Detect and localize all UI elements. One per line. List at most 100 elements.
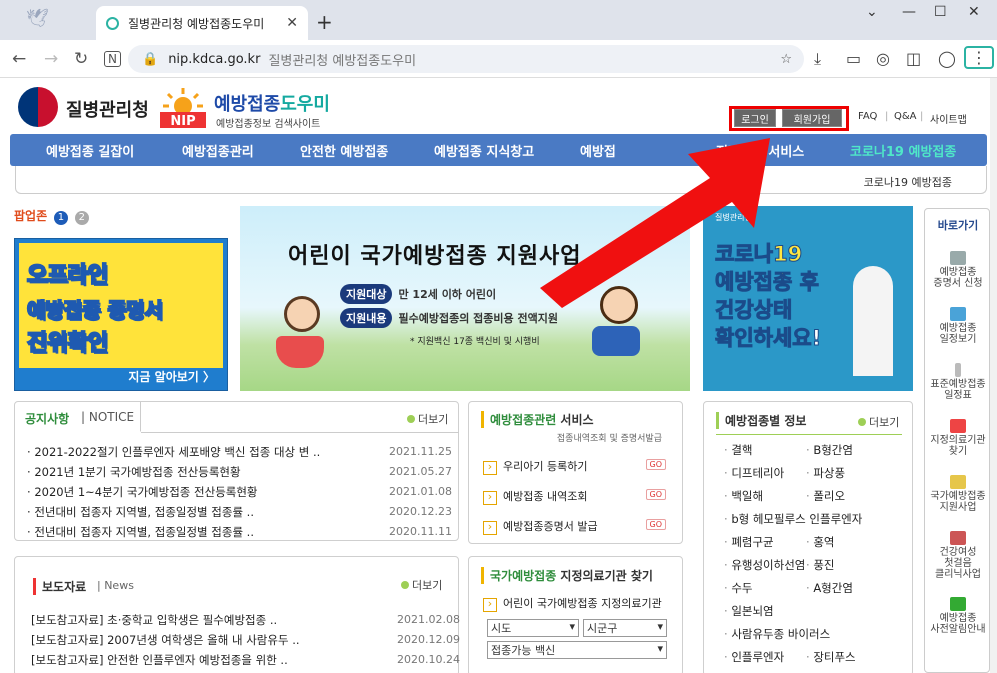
reload-icon[interactable]: ↻	[74, 49, 88, 69]
disease-item[interactable]: 유행성이하선염	[724, 557, 805, 573]
quick-schedule[interactable]: 예방접종 일정보기	[925, 307, 990, 345]
service-title: 예방접종관련 서비스	[481, 411, 594, 428]
disease-item[interactable]: B형간염	[806, 442, 853, 458]
service-history[interactable]: 예방접종 내역조회	[483, 488, 587, 505]
qna-link[interactable]: Q&A	[894, 111, 917, 122]
service-box: 예방접종관련 서비스 접종내역조회 및 증명서발급 우리아기 등록하기 GO 예방…	[468, 401, 683, 544]
disease-item[interactable]: 사람유두종 바이러스	[724, 626, 830, 642]
service-register-baby[interactable]: 우리아기 등록하기	[483, 458, 587, 475]
profile-icon[interactable]: ◯	[938, 49, 956, 68]
service-subtitle: 접종내역조회 및 증명서발급	[556, 434, 662, 444]
tab-list-icon[interactable]: ⌄	[866, 4, 878, 20]
disease-item[interactable]: 결핵	[724, 442, 752, 458]
faq-link[interactable]: FAQ	[858, 111, 877, 122]
quick-clinic-search[interactable]: 지정의료기관 찾기	[925, 419, 990, 457]
nip-title: 예방접종도우미	[214, 94, 330, 115]
nav-vaccination-guide[interactable]: 예방접종 길잡이	[46, 141, 134, 160]
quick-certificate[interactable]: 예방접종 증명서 신청	[925, 251, 990, 289]
disease-item[interactable]: 인플루엔자	[724, 649, 784, 665]
highlight-box	[729, 106, 849, 131]
notice-row[interactable]: · 2021년 1분기 국가예방접종 전산등록현황	[27, 464, 241, 480]
press-row[interactable]: [보도참고자료] 안전한 인플루엔자 예방접종을 위한 ..	[31, 652, 288, 668]
nip-subtitle: 예방접종정보 검색사이트	[216, 119, 321, 130]
camera-icon[interactable]: ▭	[846, 49, 861, 68]
disease-item[interactable]: 수두	[724, 580, 752, 596]
disease-item[interactable]: A형간염	[806, 580, 853, 596]
forward-icon[interactable]: →	[44, 49, 58, 69]
reader-icon[interactable]: N	[104, 51, 121, 67]
screenshot-icon[interactable]: ◎	[876, 49, 890, 68]
disease-item[interactable]: 폴리오	[806, 488, 845, 504]
quick-support[interactable]: 국가예방접종 지원사업	[925, 475, 990, 513]
sitemap-link[interactable]: 사이트맵	[930, 111, 967, 126]
kdca-logo[interactable]	[18, 87, 58, 127]
disease-title: 예방접종별 정보	[716, 412, 806, 429]
bookmark-star-icon[interactable]: ☆	[780, 52, 792, 67]
nav-knowledge[interactable]: 예방접종 지식창고	[434, 141, 534, 160]
scrollbar[interactable]	[990, 78, 997, 673]
press-tab[interactable]: 보도자료	[33, 578, 86, 595]
quick-standard-schedule[interactable]: 표준예방접종 일정표	[925, 363, 990, 401]
popup-page-2[interactable]: 2	[74, 211, 89, 225]
window-close-icon[interactable]: ✕	[968, 4, 980, 20]
popup-zone: 팝업존 1 2 오프라인 예방접종 증명서 진위확인 지금 알아보기 〉	[14, 207, 228, 391]
press-row[interactable]: [보도참고자료] 2007년생 여학생은 올해 내 사람유두 ..	[31, 632, 300, 648]
notice-row[interactable]: · 전년대비 접종자 지역별, 접종일정별 접종률 ..	[27, 504, 254, 520]
close-tab-icon[interactable]: ✕	[286, 15, 298, 31]
main-navigation: 예방접종 길잡이 예방접종관리 안전한 예방접종 예방접종 지식창고 예방접 전…	[10, 134, 987, 166]
quick-menu: 바로가기 예방접종 증명서 신청 예방접종 일정보기 표준예방접종 일정표 지정…	[924, 208, 990, 673]
popup-banner[interactable]: 오프라인 예방접종 증명서 진위확인 지금 알아보기 〉	[14, 238, 228, 391]
notice-tab-en: | NOTICE	[81, 410, 135, 424]
disease-item[interactable]: b형 헤모필루스 인플루엔자	[724, 511, 862, 527]
notice-row[interactable]: · 전년대비 접종자 지역별, 접종일정별 접종률 ..	[27, 524, 254, 540]
notice-date: 2021.11.25	[389, 445, 452, 458]
address-bar[interactable]: 🔒 nip.kdca.go.kr 질병관리청 예방접종도우미 ☆	[128, 45, 804, 73]
disease-item[interactable]: 파상풍	[806, 465, 845, 481]
notice-more-link[interactable]: 더보기	[407, 411, 448, 427]
district-select[interactable]: 시군구	[583, 619, 667, 637]
go-button[interactable]: GO	[645, 519, 666, 530]
download-icon[interactable]: ⤓	[814, 49, 821, 69]
disease-item[interactable]: 풍진	[806, 557, 834, 573]
notice-row[interactable]: · 2021-2022절기 인플루엔자 세포배양 백신 접종 대상 변 ..	[27, 444, 320, 460]
notice-box: 공지사항 | NOTICE 더보기 · 2021-2022절기 인플루엔자 세포…	[14, 401, 459, 541]
disease-item[interactable]: 장티푸스	[806, 649, 855, 665]
press-row[interactable]: [보도참고자료] 초·중학교 입학생은 필수예방접종 ..	[31, 612, 277, 628]
browser-tab-strip: 🕊 질병관리청 예방접종도우미 ✕ + ⌄ — ☐ ✕	[0, 0, 997, 40]
new-tab-icon[interactable]: +	[316, 10, 333, 34]
press-tab-en: | News	[97, 579, 134, 592]
quick-alert[interactable]: 예방접종 사전알림안내	[925, 597, 990, 635]
girl-illustration	[284, 296, 320, 332]
clinic-child-link[interactable]: 어린이 국가예방접종 지정의료기관	[483, 595, 662, 612]
vaccine-select[interactable]: 접종가능 백신	[487, 641, 667, 659]
province-select[interactable]: 시도	[487, 619, 579, 637]
disease-item[interactable]: 디프테리아	[724, 465, 784, 481]
nav-covid19[interactable]: 코로나19 예방접종	[850, 141, 956, 160]
notice-tab[interactable]: 공지사항	[25, 410, 69, 427]
minimize-icon[interactable]: —	[902, 4, 916, 20]
nav-safe-vaccination[interactable]: 안전한 예방접종	[300, 141, 388, 160]
back-icon[interactable]: ←	[12, 49, 26, 69]
popup-more-link[interactable]: 지금 알아보기 〉	[128, 368, 215, 385]
bird-icon: 🕊	[26, 8, 49, 29]
disease-item[interactable]: 일본뇌염	[724, 603, 773, 619]
menu-icon[interactable]: ⋮	[964, 46, 994, 69]
quick-women-clinic[interactable]: 건강여성 첫걸음 클리닉사업	[925, 531, 990, 580]
speaker-icon	[950, 597, 966, 611]
go-button[interactable]: GO	[645, 459, 666, 470]
maximize-icon[interactable]: ☐	[934, 4, 947, 20]
go-button[interactable]: GO	[645, 489, 666, 500]
browser-tab[interactable]: 질병관리청 예방접종도우미 ✕	[96, 6, 308, 40]
popup-page-1[interactable]: 1	[53, 211, 68, 225]
disease-item[interactable]: 백일해	[724, 488, 763, 504]
disease-more-link[interactable]: 더보기	[858, 414, 899, 430]
disease-item[interactable]: 폐렴구균	[724, 534, 773, 550]
sidepanel-icon[interactable]: ◫	[906, 49, 921, 68]
sub-nav-covid19[interactable]: 코로나19 예방접종	[864, 174, 952, 190]
press-more-link[interactable]: 더보기	[401, 577, 442, 593]
service-certificate[interactable]: 예방접종증명서 발급	[483, 518, 598, 535]
nav-vaccination-management[interactable]: 예방접종관리	[182, 141, 254, 160]
nip-logo[interactable]: NIP	[158, 86, 208, 128]
disease-item[interactable]: 홍역	[806, 534, 834, 550]
notice-row[interactable]: · 2020년 1~4분기 국가예방접종 전산등록현황	[27, 484, 258, 500]
